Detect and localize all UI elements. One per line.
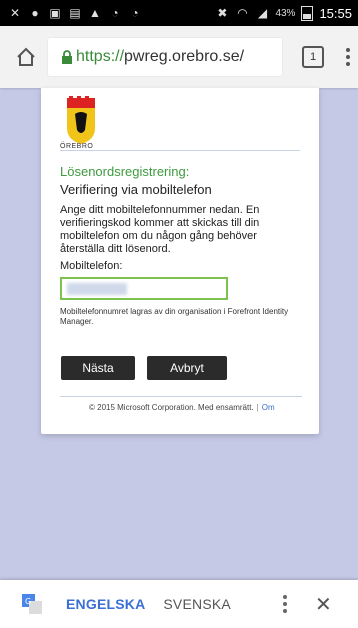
calendar-icon: ▤ (69, 6, 81, 20)
phone-value-redacted (67, 283, 127, 295)
clock: 15:55 (319, 5, 352, 21)
chat-icon-2: ◔ (131, 6, 139, 20)
url-text: https://pwreg.orebro.se/ (76, 48, 244, 66)
translate-bar: G ENGELSKA SVENSKA ✕ (0, 580, 358, 628)
missed-call-icon: ✕ (9, 6, 21, 20)
page-title: Lösenordsregistrering: (60, 164, 190, 179)
tab-switcher-button[interactable]: 1 (302, 46, 324, 68)
about-link[interactable]: Om (262, 403, 275, 412)
alert-icon: ▲ (89, 6, 101, 20)
home-icon (17, 47, 35, 66)
source-language-tab[interactable]: ENGELSKA (66, 596, 145, 612)
lock-icon (58, 50, 76, 64)
cancel-button[interactable]: Avbryt (147, 356, 227, 380)
header-divider (60, 150, 300, 151)
battery-percent: 43% (275, 7, 296, 19)
footer: © 2015 Microsoft Corporation. Med ensamr… (89, 403, 275, 412)
instructions-text: Ange ditt mobiltelefonnummer nedan. En v… (60, 204, 260, 255)
browser-toolbar: https://pwreg.orebro.se/ 1 (0, 26, 358, 88)
svg-text:G: G (25, 597, 31, 606)
registration-card: ÖREBRO Lösenordsregistrering: Verifierin… (41, 88, 319, 434)
phone-storage-note: Mobiltelefonnumret lagras av din organis… (60, 307, 289, 326)
close-icon[interactable]: ✕ (315, 592, 332, 617)
page-subtitle: Verifiering via mobiltelefon (60, 182, 212, 197)
phone-input[interactable] (60, 277, 228, 300)
next-button[interactable]: Nästa (61, 356, 135, 380)
battery-icon (301, 5, 314, 21)
chat-icon: ◔ (111, 6, 119, 20)
status-bar: ✕ ● ▣ ▤ ▲ ◔ ◔ ✖ ◠ ◢ 43% 15:55 (0, 0, 358, 26)
logo-wordmark: ÖREBRO (60, 143, 94, 150)
footer-divider (60, 396, 302, 397)
wifi-icon: ◠ (237, 6, 248, 20)
image-icon: ▣ (49, 6, 61, 20)
copyright-text: © 2015 Microsoft Corporation. Med ensamr… (89, 403, 254, 412)
signal-icon: ◢ (257, 6, 268, 20)
url-host: pwreg.orebro.se/ (124, 48, 245, 65)
url-scheme: https:// (76, 48, 125, 65)
footer-separator: | (256, 403, 259, 412)
google-translate-icon: G (22, 594, 42, 614)
target-language-tab[interactable]: SVENSKA (163, 596, 231, 612)
mute-icon: ✖ (217, 6, 228, 20)
record-icon: ● (31, 6, 39, 20)
home-button[interactable] (6, 37, 46, 77)
translate-menu-button[interactable] (282, 595, 287, 613)
browser-menu-button[interactable] (346, 48, 350, 66)
phone-label: Mobiltelefon: (60, 260, 123, 272)
address-bar[interactable]: https://pwreg.orebro.se/ (48, 38, 282, 76)
orebro-coat-of-arms-logo (67, 96, 95, 144)
